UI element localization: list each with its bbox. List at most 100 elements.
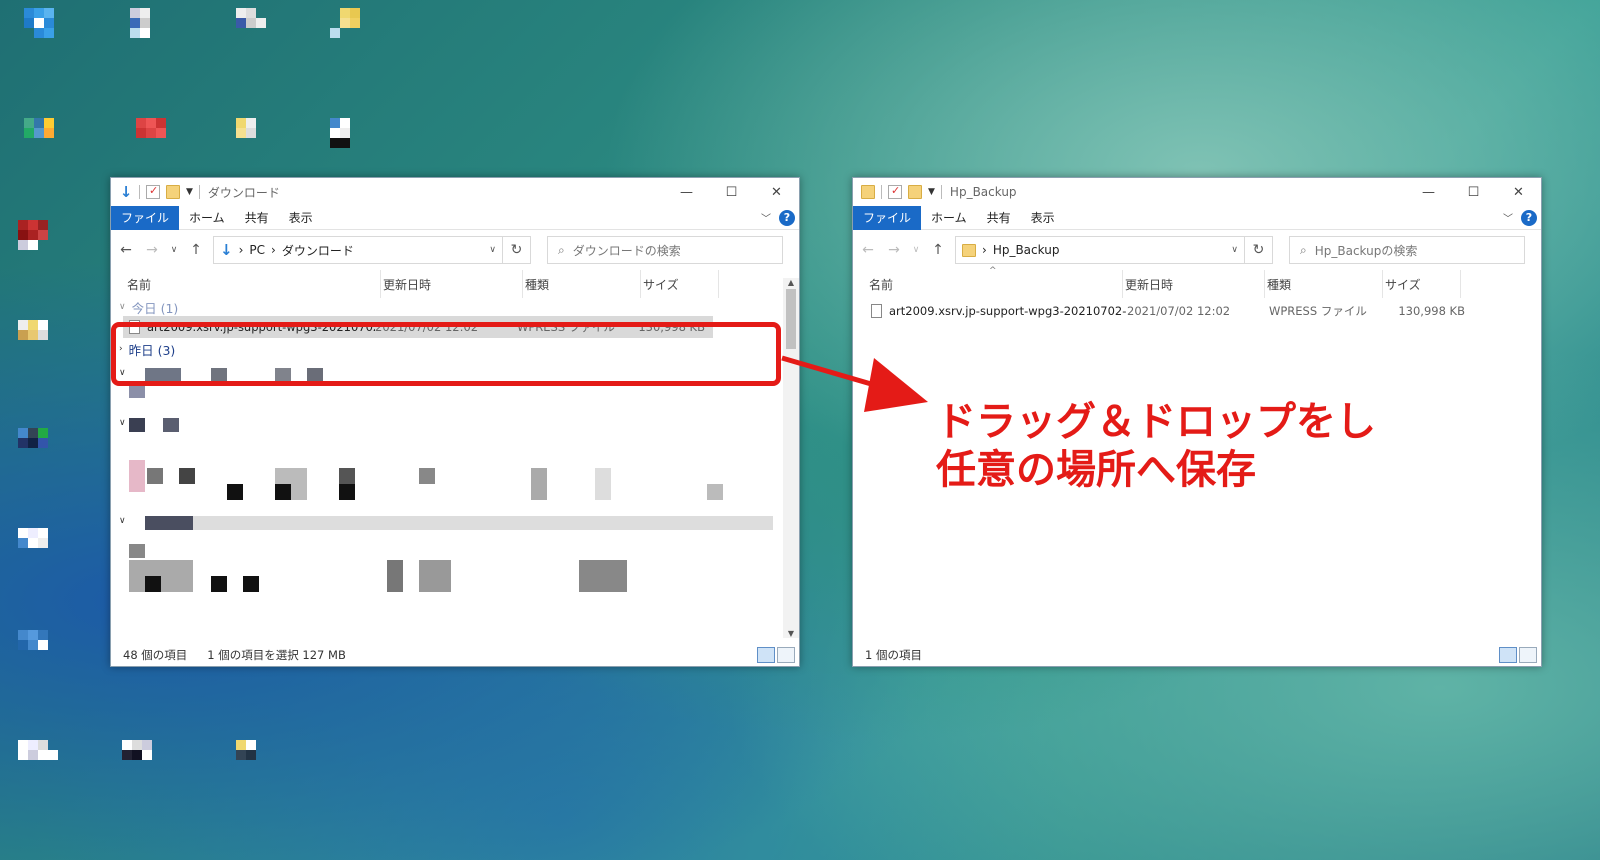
- desktop-icon[interactable]: [24, 118, 64, 158]
- ribbon-tabs: ファイル ホーム 共有 表示 ﹀ ?: [111, 205, 799, 230]
- separator: [198, 185, 200, 199]
- tab-share[interactable]: 共有: [235, 206, 279, 230]
- collapse-chevron-icon[interactable]: ∨: [119, 516, 126, 526]
- column-date[interactable]: 更新日時: [1123, 270, 1265, 298]
- blurred-text: [179, 468, 195, 484]
- search-box[interactable]: ⌕ ダウンロードの検索: [547, 236, 783, 264]
- column-size[interactable]: サイズ: [1383, 270, 1461, 298]
- minimize-button[interactable]: —: [664, 178, 709, 206]
- collapse-chevron-icon[interactable]: ∨: [119, 302, 126, 312]
- desktop-icon[interactable]: [236, 740, 276, 780]
- view-toggle: [757, 647, 799, 663]
- group-label: 今日 (1): [131, 300, 179, 316]
- vertical-scrollbar[interactable]: ▲ ▼: [783, 278, 799, 638]
- tab-file[interactable]: ファイル: [111, 205, 180, 230]
- refresh-button[interactable]: ↻: [503, 236, 531, 264]
- collapse-chevron-icon[interactable]: ∨: [119, 418, 126, 428]
- blurred-text: [129, 544, 145, 558]
- details-view-button[interactable]: [1499, 647, 1517, 663]
- blurred-text: [147, 468, 163, 484]
- group-header-today[interactable]: ∨ 今日 (1): [115, 298, 799, 316]
- customize-dropdown-icon[interactable]: ▼: [928, 187, 935, 197]
- recent-locations-icon[interactable]: ∨: [169, 245, 179, 255]
- maximize-button[interactable]: ☐: [1451, 178, 1496, 206]
- column-size[interactable]: サイズ: [641, 270, 719, 298]
- up-arrow-icon[interactable]: ↑: [187, 242, 205, 258]
- up-arrow-icon[interactable]: ↑: [929, 242, 947, 258]
- blurred-text: [129, 418, 145, 432]
- drag-arrow-icon: [781, 355, 928, 412]
- file-row[interactable]: art2009.xsrv.jp-support-wpg3-20210702-..…: [871, 298, 1541, 324]
- customize-dropdown-icon[interactable]: ▼: [186, 187, 193, 197]
- blurred-text: [419, 468, 435, 484]
- address-bar[interactable]: › Hp_Backup ∨: [955, 236, 1245, 264]
- tab-view[interactable]: 表示: [1021, 206, 1065, 230]
- separator: [881, 185, 882, 199]
- blurred-text: [707, 484, 723, 500]
- navigation-bar: ← → ∨ ↑ ↓ › PC › ダウンロード ∨ ↻ ⌕ ダウンロードの検索: [111, 230, 799, 270]
- desktop-icon[interactable]: [18, 320, 58, 360]
- expand-ribbon-icon[interactable]: ﹀: [761, 210, 771, 225]
- breadcrumb-downloads[interactable]: ダウンロード: [282, 242, 484, 259]
- properties-icon[interactable]: [146, 184, 160, 199]
- expand-ribbon-icon[interactable]: ﹀: [1503, 210, 1513, 225]
- help-icon[interactable]: ?: [779, 209, 795, 226]
- blurred-text: [145, 516, 193, 530]
- minimize-button[interactable]: —: [1406, 178, 1451, 206]
- new-folder-icon[interactable]: [166, 185, 180, 199]
- desktop-icon[interactable]: [24, 8, 64, 48]
- tab-view[interactable]: 表示: [279, 206, 323, 230]
- column-date[interactable]: 更新日時: [381, 270, 523, 298]
- tab-home[interactable]: ホーム: [921, 206, 977, 230]
- desktop-icon[interactable]: [18, 428, 58, 468]
- forward-arrow-icon[interactable]: →: [885, 242, 903, 258]
- back-arrow-icon[interactable]: ←: [117, 242, 135, 258]
- desktop-icon[interactable]: [136, 118, 176, 158]
- desktop-icon[interactable]: [18, 528, 58, 568]
- column-name[interactable]: 名前: [125, 270, 381, 298]
- maximize-button[interactable]: ☐: [709, 178, 754, 206]
- address-dropdown-icon[interactable]: ∨: [489, 245, 496, 255]
- desktop-icon[interactable]: [18, 220, 58, 260]
- scroll-down-icon[interactable]: ▼: [783, 629, 799, 638]
- scroll-up-icon[interactable]: ▲: [783, 278, 799, 287]
- tab-share[interactable]: 共有: [977, 206, 1021, 230]
- tab-file[interactable]: ファイル: [853, 205, 922, 230]
- desktop-icon[interactable]: [18, 740, 58, 780]
- back-arrow-icon[interactable]: ←: [859, 242, 877, 258]
- column-type[interactable]: 種類: [1265, 270, 1383, 298]
- item-count: 48 個の項目: [123, 648, 188, 662]
- large-icons-view-button[interactable]: [777, 647, 795, 663]
- desktop-icon[interactable]: [330, 118, 370, 158]
- address-dropdown-icon[interactable]: ∨: [1231, 245, 1238, 255]
- desktop-icon[interactable]: [236, 8, 276, 48]
- details-view-button[interactable]: [757, 647, 775, 663]
- annotation-line-1: ドラッグ＆ドロップをし: [936, 399, 1376, 445]
- search-box[interactable]: ⌕ Hp_Backupの検索: [1289, 236, 1525, 264]
- column-headers: 名前 更新日時 種類 サイズ: [111, 270, 799, 298]
- desktop-icon[interactable]: [130, 8, 170, 48]
- desktop-icon[interactable]: [122, 740, 162, 780]
- blurred-text: [227, 484, 243, 500]
- address-bar[interactable]: ↓ › PC › ダウンロード ∨: [213, 236, 503, 264]
- breadcrumb-pc[interactable]: PC: [249, 243, 265, 257]
- desktop-icon[interactable]: [330, 8, 370, 48]
- help-icon[interactable]: ?: [1521, 209, 1537, 226]
- forward-arrow-icon[interactable]: →: [143, 242, 161, 258]
- large-icons-view-button[interactable]: [1519, 647, 1537, 663]
- item-count: 1 個の項目: [865, 648, 922, 662]
- new-folder-icon[interactable]: [908, 185, 922, 199]
- view-toggle: [1499, 647, 1541, 663]
- folder-icon: [962, 243, 976, 257]
- properties-icon[interactable]: [888, 184, 902, 199]
- column-type[interactable]: 種類: [523, 270, 641, 298]
- breadcrumb-hp-backup[interactable]: Hp_Backup: [993, 243, 1226, 257]
- refresh-button[interactable]: ↻: [1245, 236, 1273, 264]
- desktop-icon[interactable]: [236, 118, 276, 158]
- close-button[interactable]: ✕: [1496, 178, 1541, 206]
- tab-home[interactable]: ホーム: [179, 206, 235, 230]
- close-button[interactable]: ✕: [754, 178, 799, 206]
- blurred-icon: [129, 460, 145, 492]
- recent-locations-icon[interactable]: ∨: [911, 245, 921, 255]
- desktop-icon[interactable]: [18, 630, 58, 670]
